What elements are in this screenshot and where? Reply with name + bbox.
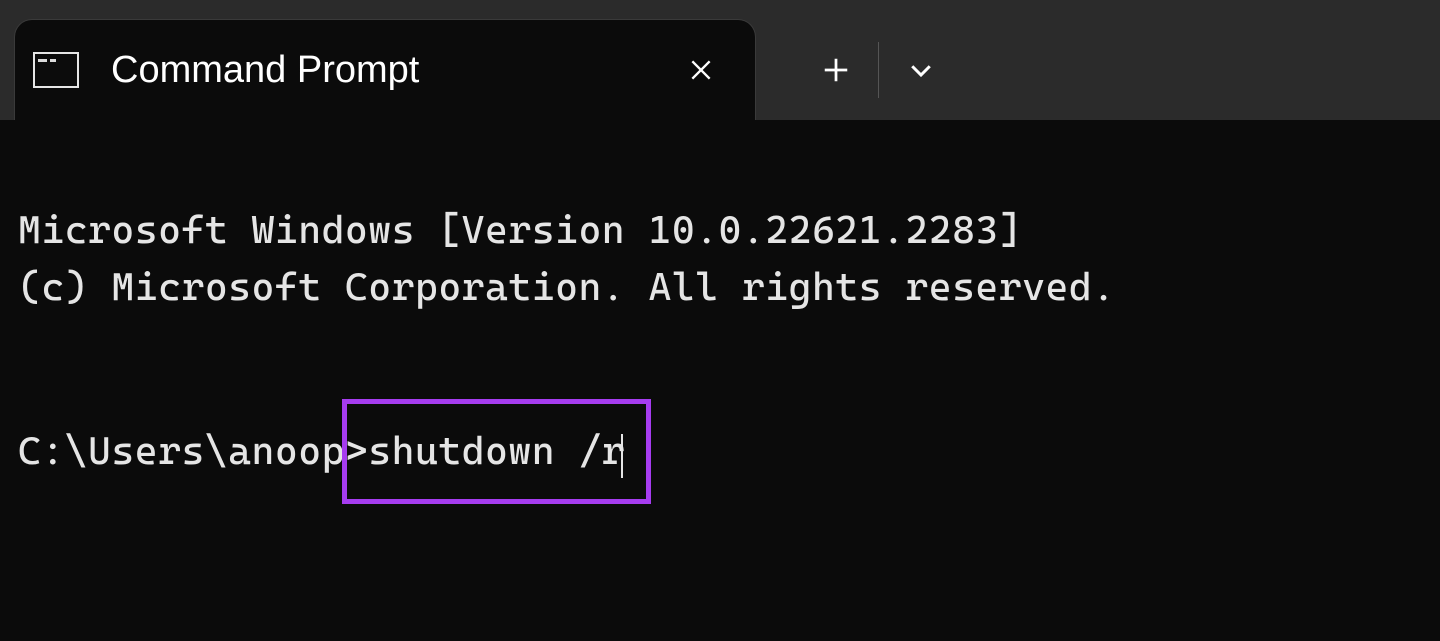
prompt-path: C:\Users\anoop> <box>18 429 368 474</box>
cmd-icon <box>33 52 79 88</box>
banner-line-2: (c) Microsoft Corporation. All rights re… <box>18 265 1116 310</box>
chevron-down-icon <box>906 55 936 85</box>
tab-title: Command Prompt <box>111 49 419 92</box>
new-tab-button[interactable] <box>806 50 866 90</box>
text-cursor <box>621 434 623 478</box>
close-icon <box>688 57 714 83</box>
terminal-output[interactable]: Microsoft Windows [Version 10.0.22621.22… <box>0 120 1440 641</box>
close-tab-button[interactable] <box>681 50 721 90</box>
tab-dropdown-button[interactable] <box>891 50 951 90</box>
banner-line-1: Microsoft Windows [Version 10.0.22621.22… <box>18 208 1022 253</box>
tab-command-prompt[interactable]: Command Prompt <box>14 19 756 120</box>
titlebar-divider <box>878 42 879 98</box>
terminal-window: Command Prompt <box>0 0 1440 641</box>
titlebar: Command Prompt <box>0 0 1440 120</box>
prompt-line: C:\Users\anoop>shutdown /r <box>18 423 623 481</box>
titlebar-actions <box>806 20 951 120</box>
plus-icon <box>821 55 851 85</box>
typed-command[interactable]: shutdown /r <box>368 429 625 474</box>
